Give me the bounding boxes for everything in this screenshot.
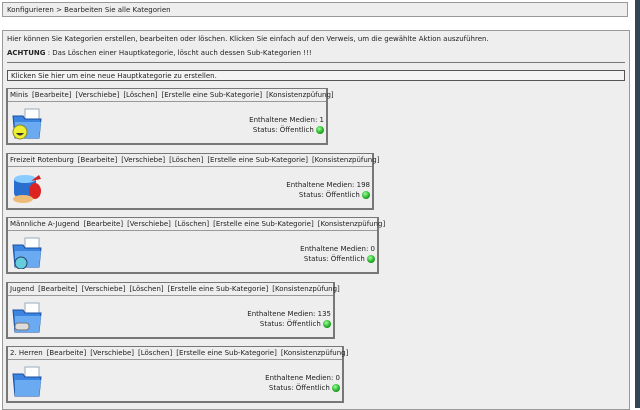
consistency-check-link[interactable]: [Konsistenzpüfung] (281, 349, 348, 357)
create-subcategory-link[interactable]: [Erstelle eine Sub-Kategorie] (207, 156, 308, 164)
create-subcategory-link[interactable]: [Erstelle eine Sub-Kategorie] (162, 91, 263, 99)
category-name: 2. Herren (10, 349, 43, 357)
edit-link[interactable]: [Bearbeite] (84, 220, 123, 228)
status-public-icon (332, 384, 340, 392)
media-label: Enthaltene Medien: (249, 116, 320, 124)
media-count: 1 (319, 116, 324, 124)
warning-text: : Das Löschen einer Hauptkategorie, lösc… (45, 49, 312, 57)
consistency-check-link[interactable]: [Konsistenzpüfung] (266, 91, 333, 99)
category-header: Minis [Bearbeite] [Verschiebe] [Löschen] [Er… (8, 89, 334, 102)
category-name: Jugend (10, 285, 35, 293)
status-public-icon (362, 191, 370, 199)
status-public-icon (367, 255, 375, 263)
category-header: 2. Herren [Bearbeite] [Verschiebe] [Löschen… (8, 347, 348, 360)
folder-icon[interactable] (11, 364, 43, 398)
delete-link[interactable]: [Löschen] (129, 285, 163, 293)
warning-label: ACHTUNG (7, 49, 46, 57)
status-text: Status: Öffentlich (252, 126, 314, 134)
delete-link[interactable]: [Löschen] (123, 91, 157, 99)
create-subcategory-link[interactable]: [Erstelle eine Sub-Kategorie] (213, 220, 314, 228)
breadcrumb[interactable]: Konfigurieren > Bearbeiten Sie alle Kate… (2, 2, 628, 17)
delete-link[interactable]: [Löschen] (175, 220, 209, 228)
move-link[interactable]: [Verschiebe] (90, 349, 134, 357)
category-name: Minis (10, 91, 29, 99)
category-box: Männliche A-Jugend [Bearbeite] [Verschiebe… (6, 217, 385, 274)
divider (7, 62, 625, 63)
media-count: 198 (356, 181, 370, 189)
media-label: Enthaltene Medien: (300, 245, 371, 253)
category-box: Minis [Bearbeite] [Verschiebe] [Löschen] [Er… (6, 88, 334, 145)
edit-link[interactable]: [Bearbeite] (78, 156, 117, 164)
category-info: Enthaltene Medien: 198 Status: Öffentlich (286, 180, 370, 200)
warning: ACHTUNG : Das Löschen einer Hauptkategor… (7, 49, 312, 57)
delete-link[interactable]: [Löschen] (169, 156, 203, 164)
move-link[interactable]: [Verschiebe] (76, 91, 120, 99)
new-category-link[interactable]: Klicken Sie hier um eine neue Hauptkateg… (7, 70, 625, 81)
category-header: Jugend [Bearbeite] [Verschiebe] [Löschen] [E… (8, 283, 340, 296)
category-info: Enthaltene Medien: 1 Status: Öffentlich (249, 115, 324, 135)
media-label: Enthaltene Medien: (265, 374, 336, 382)
media-count: 0 (335, 374, 340, 382)
media-label: Enthaltene Medien: (286, 181, 357, 189)
scrollbar[interactable] (635, 0, 640, 408)
sand-bucket-icon[interactable] (11, 171, 43, 205)
status-text: Status: Öffentlich (303, 255, 365, 263)
category-box: 2. Herren [Bearbeite] [Verschiebe] [Löschen… (6, 346, 348, 403)
status-text: Status: Öffentlich (259, 320, 321, 328)
category-name: Männliche A-Jugend (10, 220, 80, 228)
media-count: 0 (370, 245, 375, 253)
intro-text: Hier können Sie Kategorien erstellen, be… (7, 35, 489, 43)
edit-link[interactable]: [Bearbeite] (47, 349, 86, 357)
category-header: Männliche A-Jugend [Bearbeite] [Verschiebe… (8, 218, 385, 231)
status-text: Status: Öffentlich (298, 191, 360, 199)
edit-link[interactable]: [Bearbeite] (32, 91, 71, 99)
delete-link[interactable]: [Löschen] (138, 349, 172, 357)
category-name: Freizeit Rotenburg (10, 156, 74, 164)
category-box: Jugend [Bearbeite] [Verschiebe] [Löschen] [E… (6, 282, 340, 339)
status-public-icon (323, 320, 331, 328)
media-count: 135 (317, 310, 331, 318)
globe-folder-icon[interactable] (11, 235, 43, 270)
move-link[interactable]: [Verschiebe] (82, 285, 126, 293)
status-text: Status: Öffentlich (268, 384, 330, 392)
consistency-check-link[interactable]: [Konsistenzpüfung] (318, 220, 385, 228)
category-info: Enthaltene Medien: 135 Status: Öffentlich (247, 309, 331, 329)
edit-link[interactable]: [Bearbeite] (38, 285, 77, 293)
create-subcategory-link[interactable]: [Erstelle eine Sub-Kategorie] (168, 285, 269, 293)
category-info: Enthaltene Medien: 0 Status: Öffentlich (300, 244, 375, 264)
consistency-check-link[interactable]: [Konsistenzpüfung] (312, 156, 379, 164)
smiley-folder-icon[interactable] (11, 106, 43, 140)
status-public-icon (316, 126, 324, 134)
category-header: Freizeit Rotenburg [Bearbeite] [Verschiebe… (8, 154, 379, 167)
category-info: Enthaltene Medien: 0 Status: Öffentlich (265, 373, 340, 393)
gamepad-folder-icon[interactable] (11, 300, 43, 334)
category-box: Freizeit Rotenburg [Bearbeite] [Verschiebe… (6, 153, 379, 210)
media-label: Enthaltene Medien: (247, 310, 318, 318)
create-subcategory-link[interactable]: [Erstelle eine Sub-Kategorie] (176, 349, 277, 357)
move-link[interactable]: [Verschiebe] (127, 220, 171, 228)
consistency-check-link[interactable]: [Konsistenzpüfung] (272, 285, 339, 293)
move-link[interactable]: [Verschiebe] (121, 156, 165, 164)
